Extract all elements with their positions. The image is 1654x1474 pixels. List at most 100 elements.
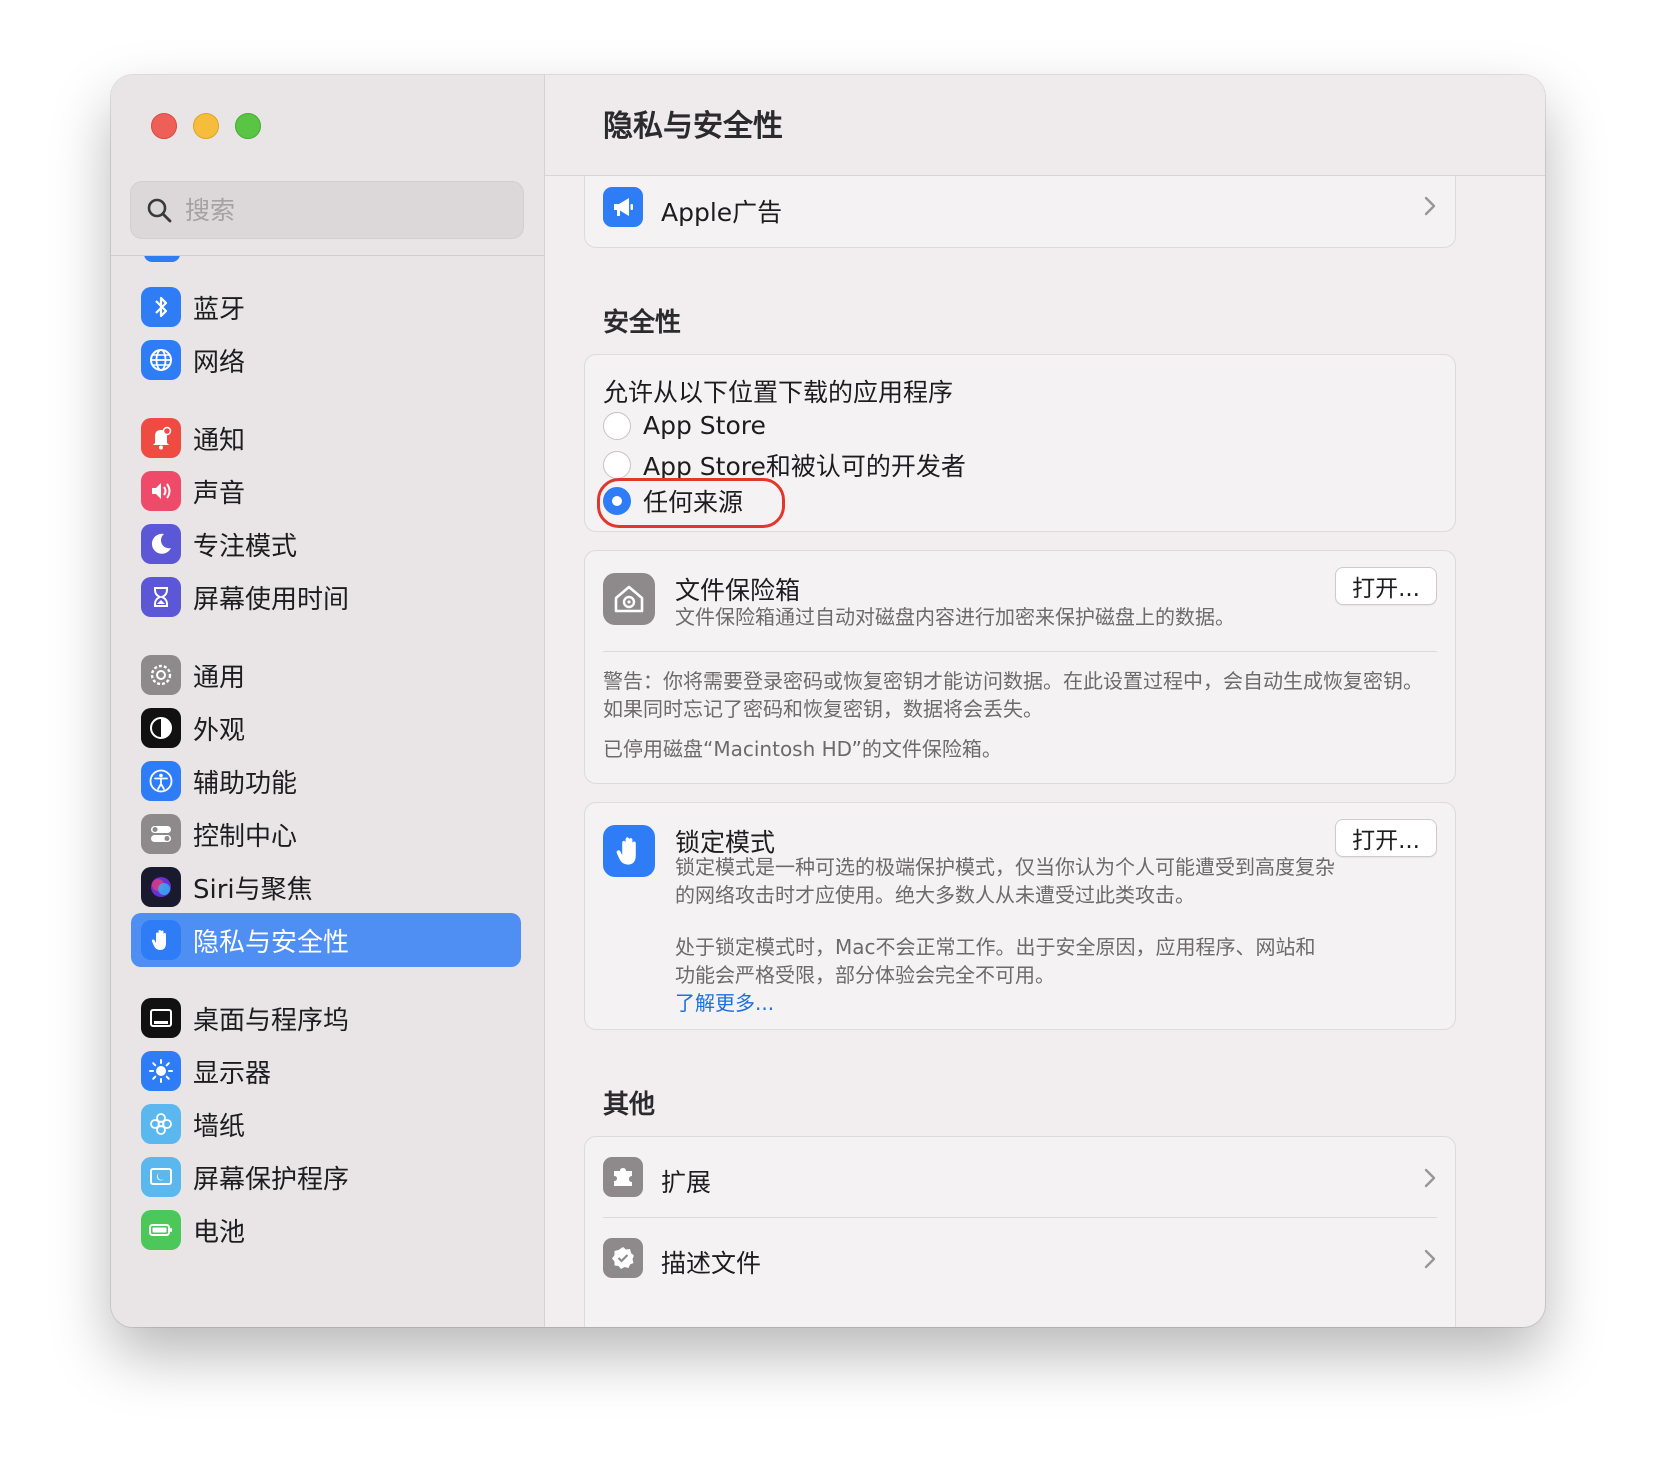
- sidebar-item-label: 蓝牙: [193, 294, 246, 325]
- radio-app-store[interactable]: App Store: [603, 411, 766, 440]
- allow-apps-label: 允许从以下位置下载的应用程序: [603, 378, 954, 407]
- radio-button-checked[interactable]: [603, 487, 631, 515]
- battery-icon: [141, 1210, 181, 1250]
- sidebar-item-label: 辅助功能: [193, 768, 298, 799]
- minimize-button[interactable]: [193, 113, 219, 139]
- sidebar-item-battery[interactable]: 电池: [131, 1203, 521, 1257]
- filevault-status: 已停用磁盘“Macintosh HD”的文件保险箱。: [603, 737, 1002, 761]
- sidebar-item-displays[interactable]: 显示器: [131, 1044, 521, 1098]
- speaker-icon: [141, 471, 181, 511]
- screensaver-icon: [141, 1157, 181, 1197]
- settings-window: 蓝牙 网络 通知 声音: [111, 75, 1545, 1327]
- other-card: 扩展 描述文件: [584, 1136, 1456, 1327]
- sidebar-item-label: Siri与聚焦: [193, 874, 313, 905]
- sidebar-item-label: 专注模式: [193, 531, 298, 562]
- toggles-icon: [141, 814, 181, 854]
- sidebar-item-appearance[interactable]: 外观: [131, 701, 521, 755]
- filevault-icon: [603, 573, 655, 625]
- sidebar-item-screensaver[interactable]: 屏幕保护程序: [131, 1150, 521, 1204]
- radio-button[interactable]: [603, 451, 631, 479]
- filevault-title: 文件保险箱: [675, 576, 801, 605]
- page-title: 隐私与安全性: [603, 109, 783, 144]
- partially-hidden-item-icon: [144, 256, 180, 262]
- sidebar-item-label: 通知: [193, 425, 246, 456]
- sidebar-item-accessibility[interactable]: 辅助功能: [131, 754, 521, 808]
- bluetooth-icon: [141, 287, 181, 327]
- lockdown-desc-2: 处于锁定模式时，Mac不会正常工作。出于安全原因，应用程序、网站和功能会严格受限…: [675, 935, 1316, 987]
- hand-icon: [141, 920, 181, 960]
- sidebar-item-desktop-dock[interactable]: 桌面与程序坞: [131, 991, 521, 1045]
- sidebar-item-control-center[interactable]: 控制中心: [131, 807, 521, 861]
- radio-label: App Store: [643, 411, 766, 440]
- sidebar-item-label: 墙纸: [193, 1111, 246, 1142]
- radio-button[interactable]: [603, 411, 631, 440]
- globe-icon: [141, 340, 181, 380]
- sidebar-item-label: 屏幕使用时间: [193, 584, 350, 615]
- allow-apps-card: 允许从以下位置下载的应用程序 App Store App Store和被认可的开…: [584, 354, 1456, 532]
- content-scroll[interactable]: Apple广告 安全性 允许从以下位置下载的应用程序 App Store App…: [545, 176, 1545, 1327]
- moon-icon: [141, 524, 181, 564]
- chevron-right-icon: [1424, 1249, 1436, 1269]
- sidebar-item-screen-time[interactable]: 屏幕使用时间: [131, 570, 521, 624]
- filevault-turn-on-button[interactable]: 打开...: [1335, 567, 1437, 605]
- lockdown-desc: 锁定模式是一种可选的极端保护模式，仅当你认为个人可能遭受到高度复杂的网络攻击时才…: [675, 855, 1335, 907]
- sidebar-item-general[interactable]: 通用: [131, 648, 521, 702]
- search-input[interactable]: [183, 194, 507, 226]
- radio-label: 任何来源: [643, 488, 744, 517]
- sidebar-item-label: 通用: [193, 662, 246, 693]
- search-field[interactable]: [130, 181, 524, 239]
- sidebar-item-siri[interactable]: Siri与聚焦: [131, 860, 521, 914]
- dock-icon: [141, 998, 181, 1038]
- sidebar: 蓝牙 网络 通知 声音: [111, 75, 545, 1327]
- hourglass-icon: [141, 577, 181, 617]
- sidebar-item-network[interactable]: 网络: [131, 333, 521, 387]
- profile-badge-icon: [603, 1238, 643, 1278]
- chevron-right-icon: [1424, 1168, 1436, 1188]
- radio-anywhere[interactable]: 任何来源: [597, 478, 785, 528]
- list-item-profiles[interactable]: 描述文件: [585, 1218, 1455, 1298]
- sidebar-item-wallpaper[interactable]: 墙纸: [131, 1097, 521, 1151]
- window-controls: [151, 113, 261, 139]
- sidebar-item-label: 网络: [193, 347, 246, 378]
- sidebar-item-label: 控制中心: [193, 821, 298, 852]
- sidebar-item-label: 外观: [193, 715, 246, 746]
- main-panel: 隐私与安全性 Apple广告 安全性 允许从以下位置下载的应用程序 App St…: [545, 75, 1545, 1327]
- learn-more-link[interactable]: 了解更多...: [675, 987, 774, 1016]
- lockdown-turn-on-button[interactable]: 打开...: [1335, 819, 1437, 857]
- titlebar: 隐私与安全性: [545, 75, 1545, 176]
- search-icon: [147, 198, 172, 223]
- megaphone-icon: [603, 187, 643, 227]
- appearance-icon: [141, 708, 181, 748]
- apple-ads-label[interactable]: Apple广告: [661, 193, 782, 229]
- other-section-title: 其他: [603, 1090, 656, 1120]
- close-button[interactable]: [151, 113, 177, 139]
- sidebar-item-label: 隐私与安全性: [193, 927, 350, 958]
- list-item-label: 描述文件: [661, 1249, 762, 1278]
- filevault-desc: 文件保险箱通过自动对磁盘内容进行加密来保护磁盘上的数据。: [675, 605, 1235, 629]
- sidebar-item-focus[interactable]: 专注模式: [131, 517, 521, 571]
- chevron-right-icon[interactable]: [1423, 195, 1437, 217]
- flower-icon: [141, 1104, 181, 1144]
- hand-icon: [603, 825, 655, 877]
- apple-ads-card: Apple广告: [584, 176, 1456, 248]
- filevault-card: 文件保险箱 文件保险箱通过自动对磁盘内容进行加密来保护磁盘上的数据。 打开...…: [584, 550, 1456, 784]
- sidebar-item-bluetooth[interactable]: 蓝牙: [131, 280, 521, 334]
- radio-app-store-identified[interactable]: App Store和被认可的开发者: [603, 447, 966, 483]
- list-item-label: 扩展: [661, 1168, 712, 1197]
- security-section-title: 安全性: [603, 308, 682, 338]
- list-item-extensions[interactable]: 扩展: [585, 1137, 1455, 1217]
- puzzle-icon: [603, 1157, 643, 1197]
- sidebar-item-label: 声音: [193, 478, 246, 509]
- siri-icon: [141, 867, 181, 907]
- sidebar-item-notifications[interactable]: 通知: [131, 411, 521, 465]
- sidebar-item-label: 桌面与程序坞: [193, 1005, 350, 1036]
- sidebar-item-sound[interactable]: 声音: [131, 464, 521, 518]
- sidebar-item-label: 电池: [193, 1217, 246, 1248]
- accessibility-icon: [141, 761, 181, 801]
- gear-icon: [141, 655, 181, 695]
- zoom-button[interactable]: [235, 113, 261, 139]
- sidebar-nav: 蓝牙 网络 通知 声音 专注模式 屏幕使用时间 通用 外观 辅助功能 控制中心 …: [111, 256, 544, 1327]
- sidebar-item-privacy-security[interactable]: 隐私与安全性: [131, 913, 521, 967]
- lockdown-card: 锁定模式 锁定模式是一种可选的极端保护模式，仅当你认为个人可能遭受到高度复杂的网…: [584, 802, 1456, 1030]
- sidebar-item-label: 显示器: [193, 1058, 272, 1089]
